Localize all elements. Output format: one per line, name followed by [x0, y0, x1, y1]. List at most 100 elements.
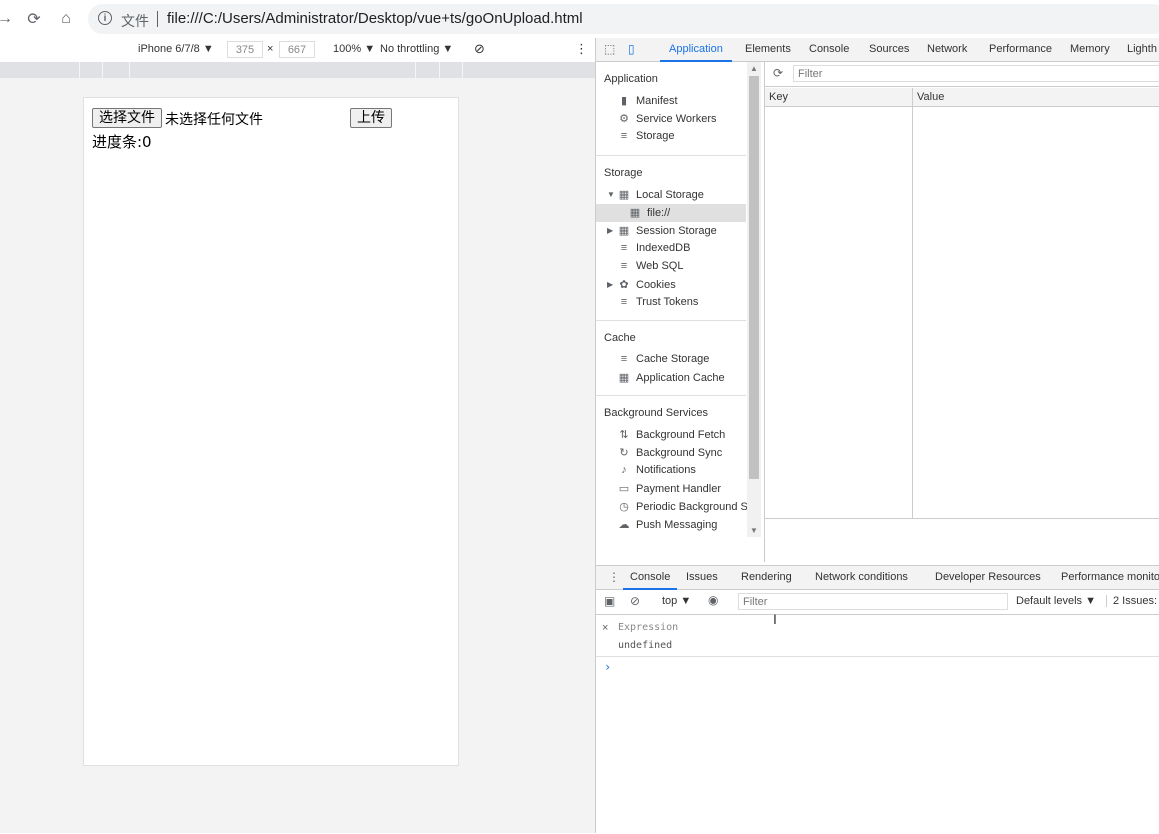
sidebar-item-storage[interactable]: ≡ Storage: [618, 130, 675, 142]
omnibox[interactable]: i 文件 file:///C:/Users/Administrator/Desk…: [88, 4, 1159, 34]
sidebar-item-trust-tokens[interactable]: ≡ Trust Tokens: [618, 296, 699, 308]
storage-view: ⟳ Filter Key Value: [765, 62, 1159, 562]
viewport-width-input[interactable]: 375: [227, 41, 263, 58]
section-header-application: Application: [604, 73, 658, 85]
expression-label[interactable]: Expression: [618, 622, 678, 633]
sidebar-item-manifest[interactable]: ▮ Manifest: [618, 94, 678, 108]
drawer-tab-network-conditions[interactable]: Network conditions: [815, 571, 908, 583]
sidebar-item-service-workers[interactable]: ⚙ Service Workers: [618, 112, 716, 126]
document-icon: ▮: [620, 95, 628, 107]
column-header-value[interactable]: Value: [917, 91, 944, 103]
rotate-icon[interactable]: ⊘: [474, 41, 485, 57]
eye-icon[interactable]: ◉: [708, 593, 718, 607]
tab-console[interactable]: Console: [809, 43, 849, 55]
section-header-storage: Storage: [604, 167, 643, 179]
database-icon: ≡: [620, 242, 628, 254]
expression-result: undefined: [618, 640, 673, 651]
grid-icon: ▦: [618, 225, 630, 237]
tab-elements[interactable]: Elements: [745, 43, 791, 55]
sidebar-item-indexeddb[interactable]: ≡ IndexedDB: [618, 242, 691, 254]
sidebar-vertical-scrollbar[interactable]: ▲ ▼: [747, 62, 761, 537]
storage-filter-input[interactable]: Filter: [793, 65, 1159, 82]
storage-toolbar: ⟳ Filter: [765, 62, 1159, 87]
database-icon: ≡: [620, 130, 628, 142]
sidebar-item-local-storage[interactable]: ▦ Local Storage: [618, 188, 704, 202]
home-icon[interactable]: ⌂: [55, 8, 77, 30]
context-select[interactable]: top ▼: [662, 595, 691, 607]
card-icon: ▭: [618, 483, 630, 495]
reload-icon[interactable]: ⟳: [23, 8, 45, 30]
drawer-tab-rendering[interactable]: Rendering: [741, 571, 792, 583]
cookie-icon: ✿: [619, 279, 629, 291]
database-icon: ≡: [620, 296, 628, 308]
sidebar-item-background-fetch[interactable]: ⇅ Background Fetch: [618, 428, 725, 442]
viewport-height-input[interactable]: 667: [279, 41, 315, 58]
key-value-table: Key Value: [765, 88, 1159, 519]
sidebar-item-notifications[interactable]: ♪ Notifications: [618, 464, 696, 476]
tab-memory[interactable]: Memory: [1070, 43, 1110, 55]
refresh-icon[interactable]: ⟳: [773, 66, 783, 80]
tab-application[interactable]: Application: [669, 43, 723, 55]
console-prompt-icon[interactable]: ›: [604, 660, 611, 674]
more-options-icon[interactable]: ⋮: [575, 41, 588, 57]
sidebar-item-periodic-background-sync[interactable]: ◷ Periodic Background Sy: [618, 500, 753, 514]
grid-icon: ▦: [618, 372, 630, 384]
tab-lighthouse[interactable]: Lighth: [1127, 43, 1157, 55]
drawer-menu-icon[interactable]: ⋮: [608, 570, 620, 584]
issues-counter[interactable]: 2 Issues:: [1106, 595, 1157, 607]
forward-icon[interactable]: →: [0, 8, 16, 30]
sidebar-item-payment-handler[interactable]: ▭ Payment Handler: [618, 482, 721, 496]
no-file-label: 未选择任何文件: [165, 112, 263, 128]
expand-triangle-right-icon[interactable]: ▶: [607, 280, 613, 289]
gear-icon: ⚙: [619, 113, 629, 125]
console-filter-input[interactable]: Filter: [738, 593, 1008, 610]
drawer-tab-bar: ⋮ Console Issues Rendering Network condi…: [596, 566, 1159, 590]
scrollbar-thumb[interactable]: [749, 76, 759, 479]
throttle-select[interactable]: No throttling ▼: [380, 43, 453, 55]
sidebar-item-websql[interactable]: ≡ Web SQL: [618, 260, 684, 272]
device-toggle-icon[interactable]: ▯: [628, 42, 635, 56]
sidebar-item-cache-storage[interactable]: ≡ Cache Storage: [618, 353, 710, 365]
address-bar: → ⟳ ⌂ i 文件 file:///C:/Users/Administrato…: [0, 0, 1159, 39]
tab-network[interactable]: Network: [927, 43, 967, 55]
url-text[interactable]: file:///C:/Users/Administrator/Desktop/v…: [167, 10, 583, 27]
info-icon[interactable]: i: [98, 11, 112, 25]
tab-performance[interactable]: Performance: [989, 43, 1052, 55]
drawer-tab-issues[interactable]: Issues: [686, 571, 718, 583]
grid-icon: ▦: [618, 189, 630, 201]
sidebar-item-background-sync[interactable]: ↻ Background Sync: [618, 446, 722, 460]
media-query-ruler[interactable]: [0, 62, 595, 78]
upload-button[interactable]: 上传: [350, 108, 392, 128]
dimension-separator: ×: [267, 43, 274, 55]
sidebar-item-push-messaging[interactable]: ☁ Push Messaging: [618, 518, 718, 532]
expand-triangle-down-icon[interactable]: ▼: [607, 190, 615, 199]
clear-console-icon[interactable]: ⊘: [630, 594, 640, 608]
devtools-drawer: ⋮ Console Issues Rendering Network condi…: [596, 565, 1159, 834]
expand-triangle-right-icon[interactable]: ▶: [607, 226, 613, 235]
scroll-up-icon[interactable]: ▲: [750, 64, 758, 73]
cloud-icon: ☁: [618, 519, 630, 531]
sidebar-item-cookies[interactable]: ✿ Cookies: [618, 278, 675, 292]
database-icon: ≡: [620, 260, 628, 272]
sidebar-item-file-origin[interactable]: ▦ file://: [629, 206, 670, 220]
sidebar-item-application-cache[interactable]: ▦ Application Cache: [618, 371, 725, 385]
zoom-select[interactable]: 100% ▼: [333, 43, 375, 55]
url-scheme-label: 文件: [121, 13, 149, 29]
tab-sources[interactable]: Sources: [869, 43, 909, 55]
bell-icon: ♪: [621, 464, 627, 476]
choose-file-button[interactable]: 选择文件: [92, 108, 162, 128]
database-icon: ≡: [620, 353, 628, 365]
close-icon[interactable]: ×: [602, 622, 608, 634]
drawer-tab-console[interactable]: Console: [630, 571, 670, 583]
device-select[interactable]: iPhone 6/7/8 ▼: [138, 43, 214, 55]
sidebar-item-session-storage[interactable]: ▦ Session Storage: [618, 224, 717, 238]
table-header: Key Value: [765, 88, 1159, 107]
column-divider[interactable]: [912, 88, 913, 518]
drawer-tab-developer-resources[interactable]: Developer Resources: [935, 571, 1041, 583]
log-levels-select[interactable]: Default levels ▼: [1016, 595, 1096, 607]
inspect-element-icon[interactable]: ⬚: [604, 42, 615, 56]
column-header-key[interactable]: Key: [769, 91, 788, 103]
scroll-down-icon[interactable]: ▼: [750, 526, 758, 535]
sidebar-toggle-icon[interactable]: ▣: [604, 594, 615, 608]
drawer-tab-performance-monitor[interactable]: Performance monito: [1061, 571, 1159, 583]
